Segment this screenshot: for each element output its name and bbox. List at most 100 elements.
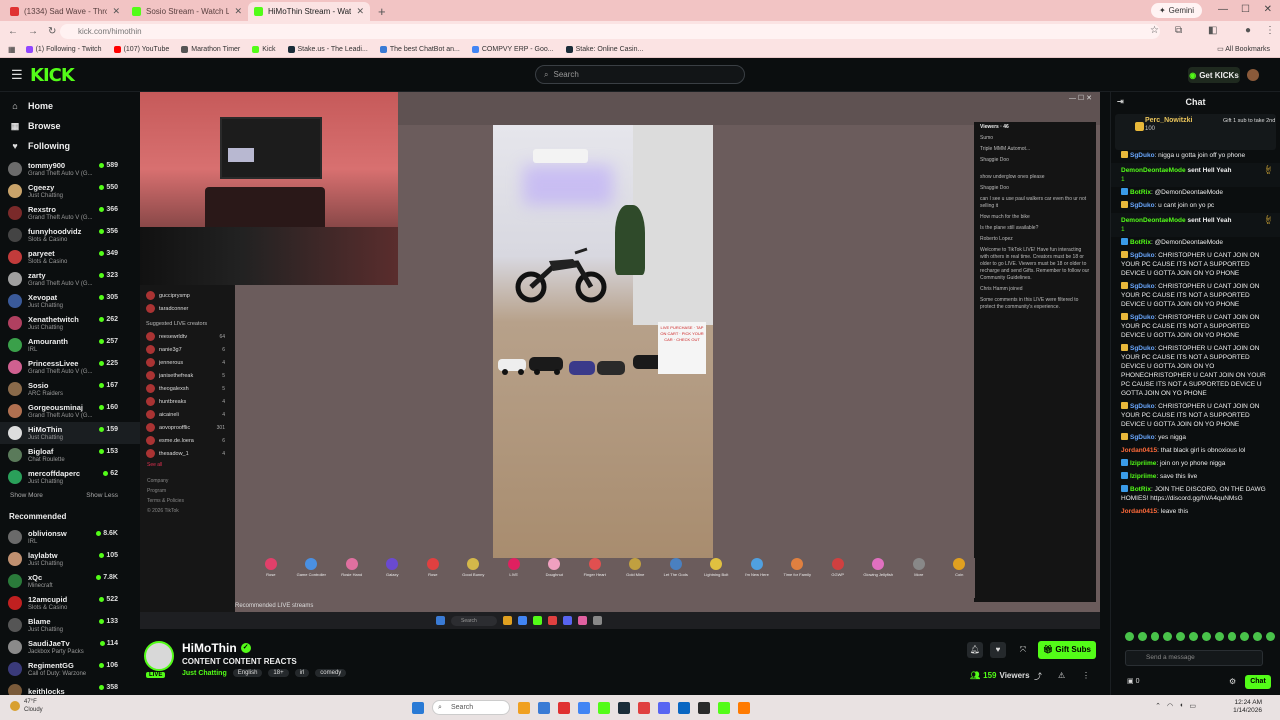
taskbar-app-icon[interactable] xyxy=(638,701,650,714)
back-icon[interactable]: ← xyxy=(8,26,18,37)
apps-icon[interactable]: ▦ xyxy=(8,45,16,54)
taskbar-app-icon[interactable] xyxy=(698,701,710,714)
show-less-link[interactable]: Show Less xyxy=(86,492,118,502)
taskbar-app-icon[interactable] xyxy=(598,701,610,714)
minimize-icon[interactable]: — xyxy=(1218,4,1228,15)
sidebar-channel[interactable]: mercoffdaperc Just Chatting 62 xyxy=(0,466,140,488)
taskbar-app-icon[interactable] xyxy=(618,701,630,714)
pinned-gift-banner[interactable]: Perc_Nowitzki 100 Gift 1 sub to take 2nd xyxy=(1115,114,1276,150)
more-options-icon[interactable]: ⋮ xyxy=(1082,671,1090,680)
nav-home[interactable]: ⌂ Home xyxy=(0,96,140,116)
user-avatar[interactable] xyxy=(1247,69,1259,81)
chat-username[interactable]: DemonDeontaeMode xyxy=(1121,167,1186,174)
channel-points[interactable]: ▣ 0 xyxy=(1127,677,1139,685)
sidebar-channel[interactable]: Amouranth IRL 257 xyxy=(0,334,140,356)
menu-icon[interactable]: ⋮ xyxy=(1265,25,1275,36)
hamburger-icon[interactable]: ☰ xyxy=(11,67,23,83)
browser-tab[interactable]: HiMoThin Stream - Watch ✕ xyxy=(248,2,370,21)
see-all-link[interactable]: See all xyxy=(140,460,235,470)
taskbar-app-icon[interactable] xyxy=(558,701,570,714)
profile-icon[interactable]: ● xyxy=(1245,25,1251,36)
battery-icon[interactable]: ▭ xyxy=(1189,702,1196,710)
taskbar-app-icon[interactable] xyxy=(518,701,530,714)
chat-username[interactable]: SgDuko xyxy=(1130,314,1155,321)
chat-username[interactable]: DemonDeontaeMode xyxy=(1121,217,1186,224)
clock[interactable]: 12:24 AM 1/14/2026 xyxy=(1233,699,1262,715)
get-kicks-button[interactable]: ◉ Get KICKs xyxy=(1188,67,1240,83)
chat-username[interactable]: SgDuko xyxy=(1130,152,1155,159)
close-tab-icon[interactable]: ✕ xyxy=(234,6,242,17)
sidebar-channel[interactable]: Gorgeousminaj Grand Theft Auto V (G... 160 xyxy=(0,400,140,422)
bookmark-item[interactable]: (107) YouTube xyxy=(113,45,169,53)
chat-username[interactable]: Jordan0415 xyxy=(1121,447,1157,454)
sidebar-channel[interactable]: Sosio ARC Raiders 167 xyxy=(0,378,140,400)
sidebar-channel[interactable]: Bigloaf Chat Roulette 153 xyxy=(0,444,140,466)
stream-tag[interactable]: irl xyxy=(294,669,310,677)
extensions-icon[interactable]: ⧉ xyxy=(1175,25,1182,36)
bookmark-item[interactable]: The best ChatBot an... xyxy=(379,45,460,53)
volume-icon[interactable]: ◖ xyxy=(1179,702,1183,710)
extension-icon[interactable]: ◧ xyxy=(1208,25,1217,36)
nav-browse[interactable]: ▦ Browse xyxy=(0,116,140,136)
nav-following[interactable]: ♥ Following xyxy=(0,136,140,156)
taskbar-app-icon[interactable] xyxy=(718,701,730,714)
taskbar-app-icon[interactable] xyxy=(578,701,590,714)
chat-username[interactable]: SgDuko xyxy=(1130,403,1155,410)
bookmark-item[interactable]: COMPVY ERP - Goo... xyxy=(471,45,554,53)
taskbar-app-icon[interactable] xyxy=(658,701,670,714)
bookmark-item[interactable]: Kick xyxy=(252,45,276,53)
gift-subs-button[interactable]: 🎁︎ Gift Subs xyxy=(1038,641,1096,659)
show-more-link[interactable]: Show More xyxy=(10,492,43,502)
sidebar-channel[interactable]: zarty Grand Theft Auto V (G... 323 xyxy=(0,268,140,290)
streamer-avatar[interactable] xyxy=(144,641,174,671)
video-player[interactable]: — ☐ ✕ gucciprysmp taradconner Suggested L… xyxy=(140,92,1100,625)
chat-username[interactable]: SgDuko xyxy=(1130,252,1155,259)
follow-heart-icon[interactable]: ♥ xyxy=(990,642,1006,658)
all-bookmarks[interactable]: ▭ All Bookmarks xyxy=(1217,45,1270,53)
browser-tab[interactable]: Sosio Stream - Watch Live on K ✕ xyxy=(126,2,248,21)
sidebar-channel[interactable]: keithlocks 358 xyxy=(0,680,140,695)
taskbar-app-icon[interactable] xyxy=(678,701,690,714)
bookmark-star-icon[interactable]: ☆ xyxy=(1150,25,1159,36)
chat-username[interactable]: SgDuko xyxy=(1130,283,1155,290)
share-small-icon[interactable]: ⤴ xyxy=(1034,671,1042,682)
start-button-icon[interactable] xyxy=(412,701,424,714)
close-window-icon[interactable]: ✕ xyxy=(1264,4,1272,15)
sidebar-channel[interactable]: RegimentGG Call of Duty: Warzone 106 xyxy=(0,658,140,680)
sidebar-channel[interactable]: Cgeezy Just Chatting 550 xyxy=(0,180,140,202)
sidebar-channel[interactable]: Xenathetwitch Just Chatting 262 xyxy=(0,312,140,334)
taskbar-app-icon[interactable] xyxy=(738,701,750,714)
sidebar-channel[interactable]: SaudiJaeTv Jackbox Party Packs 114 xyxy=(0,636,140,658)
chat-settings-icon[interactable]: ⚙ xyxy=(1229,677,1236,686)
taskbar-app-icon[interactable] xyxy=(538,701,550,714)
chat-username[interactable]: Izipriime xyxy=(1130,473,1156,480)
url-field[interactable]: kick.com/himothin xyxy=(60,24,1160,39)
sidebar-channel[interactable]: funnyhoodvidz Slots & Casino 356 xyxy=(0,224,140,246)
sidebar-channel[interactable]: HiMoThin Just Chatting 159 xyxy=(0,422,140,444)
sidebar-channel[interactable]: paryeet Slots & Casino 349 xyxy=(0,246,140,268)
forward-icon[interactable]: → xyxy=(28,26,38,37)
search-input[interactable]: ⌕ Search xyxy=(535,65,745,84)
gemini-button[interactable]: ✦ Gemini xyxy=(1150,3,1202,18)
wifi-icon[interactable]: ◠ xyxy=(1167,702,1173,710)
new-tab-button[interactable]: + xyxy=(370,2,394,21)
taskbar-search[interactable]: ⌕ Search xyxy=(432,700,510,715)
chat-username[interactable]: BotRix xyxy=(1130,486,1151,493)
sidebar-channel[interactable]: tommy900 Grand Theft Auto V (G... 589 xyxy=(0,158,140,180)
stream-tag[interactable]: English xyxy=(232,669,263,677)
stream-category[interactable]: Just Chatting xyxy=(182,670,227,677)
sidebar-channel[interactable]: Blame Just Chatting 133 xyxy=(0,614,140,636)
close-tab-icon[interactable]: ✕ xyxy=(112,6,120,17)
maximize-icon[interactable]: ☐ xyxy=(1241,4,1250,15)
bookmark-item[interactable]: (1) Following - Twitch xyxy=(25,45,102,53)
sidebar-channel[interactable]: PrincessLivee Grand Theft Auto V (G... 225 xyxy=(0,356,140,378)
chat-message-input[interactable]: Send a message xyxy=(1125,650,1263,666)
chat-username[interactable]: SgDuko xyxy=(1130,345,1155,352)
reload-icon[interactable]: ↻ xyxy=(48,26,56,37)
share-icon[interactable]: ⤧ xyxy=(1015,642,1031,658)
sidebar-channel[interactable]: Xevopat Just Chatting 305 xyxy=(0,290,140,312)
bookmark-item[interactable]: Marathon Timer xyxy=(181,45,240,53)
collapse-chat-icon[interactable]: ⇥ xyxy=(1117,97,1124,106)
close-tab-icon[interactable]: ✕ xyxy=(356,6,364,17)
sidebar-channel[interactable]: laylabtw Just Chatting 105 xyxy=(0,548,140,570)
